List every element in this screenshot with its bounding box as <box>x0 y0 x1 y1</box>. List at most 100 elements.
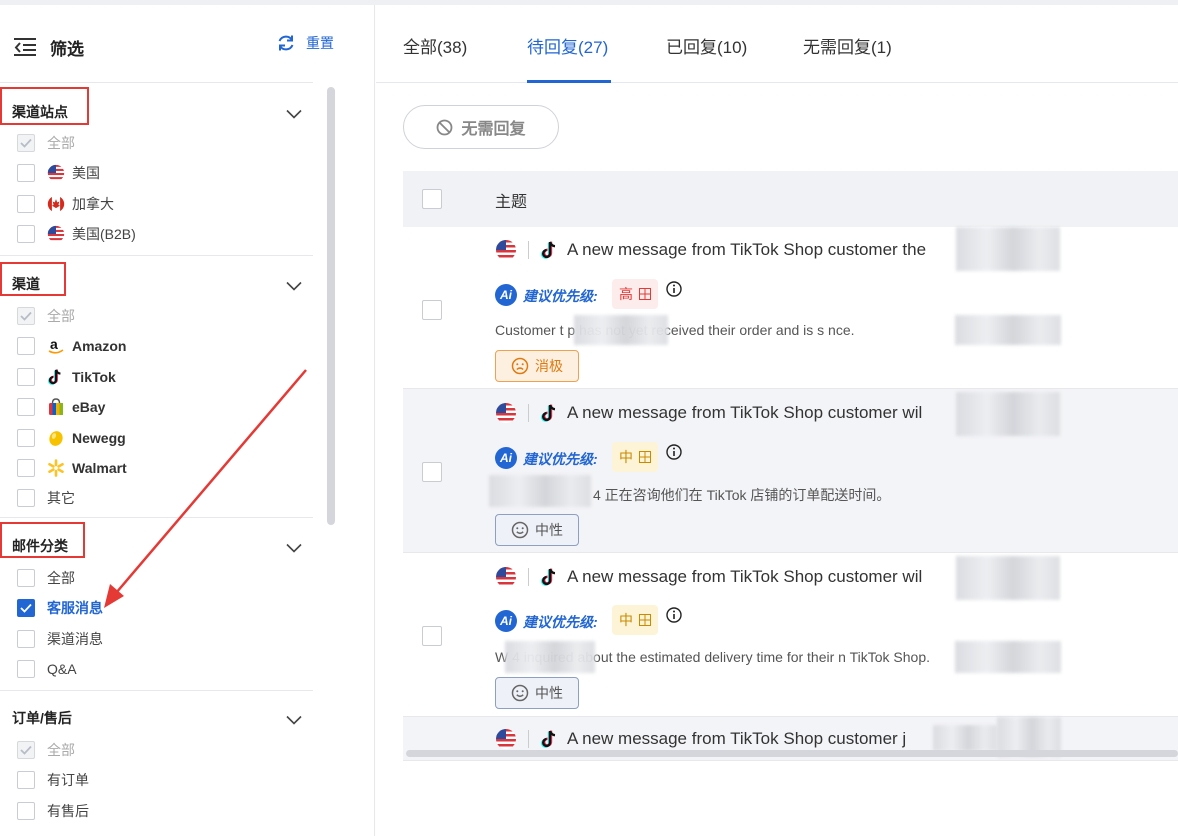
filter-option[interactable]: eBay <box>17 397 105 417</box>
filter-checkbox[interactable] <box>17 459 35 477</box>
sidebar-header: 筛选 重置 <box>0 5 375 83</box>
filter-checkbox[interactable] <box>17 195 35 213</box>
priority-tag-medium[interactable]: 中 <box>612 442 658 472</box>
message-subject[interactable]: A new message from TikTok Shop customer … <box>567 729 906 749</box>
filter-option[interactable]: Newegg <box>17 428 126 448</box>
redacted-block <box>574 315 668 345</box>
sentiment-tag-neutral[interactable]: 中性 <box>495 677 579 709</box>
filter-option[interactable]: 有售后 <box>17 801 89 821</box>
info-icon[interactable] <box>666 444 682 460</box>
us-flag-icon <box>496 403 516 423</box>
info-icon[interactable] <box>666 607 682 623</box>
filter-option[interactable]: 有订单 <box>17 770 89 790</box>
message-subject[interactable]: A new message from TikTok Shop customer … <box>567 403 922 423</box>
filter-checkbox[interactable] <box>17 225 35 243</box>
filter-checkbox[interactable] <box>17 307 35 325</box>
filter-checkbox[interactable] <box>17 429 35 447</box>
table-horizontal-scrollbar[interactable] <box>406 750 1178 757</box>
filter-option-label: 美国(B2B) <box>72 226 136 242</box>
tab-replied[interactable]: 已回复(10) <box>666 33 747 58</box>
filter-option-label: 有订单 <box>47 772 89 788</box>
message-row[interactable]: A new message from TikTok Shop customer … <box>403 227 1178 389</box>
filter-checkbox[interactable] <box>17 164 35 182</box>
reset-button[interactable]: 重置 <box>276 33 334 53</box>
filter-option[interactable]: Q&A <box>17 659 77 679</box>
priority-label: 建议优先级: <box>523 288 598 304</box>
canada-flag-icon <box>47 195 65 213</box>
filter-checkbox[interactable] <box>17 368 35 386</box>
divider <box>0 82 313 83</box>
tiktok-icon <box>541 241 556 259</box>
priority-edit-icon <box>639 451 651 463</box>
info-icon[interactable] <box>666 281 682 297</box>
chevron-down-icon[interactable] <box>286 278 302 291</box>
priority-tag-high[interactable]: 高 <box>612 279 658 309</box>
message-row[interactable]: A new message from TikTok Shop customer … <box>403 553 1178 717</box>
tab-all[interactable]: 全部(38) <box>403 33 467 58</box>
tab-pending-reply[interactable]: 待回复(27) <box>527 33 608 58</box>
filter-option[interactable]: TikTok <box>17 367 116 387</box>
priority-edit-icon <box>639 614 651 626</box>
tiktok-icon <box>541 568 556 586</box>
filter-checkbox[interactable] <box>17 802 35 820</box>
chevron-down-icon[interactable] <box>286 540 302 553</box>
message-subject[interactable]: A new message from TikTok Shop customer … <box>567 240 926 260</box>
priority-tag-medium[interactable]: 中 <box>612 605 658 635</box>
separator <box>528 241 529 259</box>
filter-section-title[interactable]: 订单/售后 <box>12 708 72 728</box>
reset-label: 重置 <box>306 35 334 51</box>
filter-option-label: 渠道消息 <box>47 631 103 647</box>
priority-edit-icon <box>639 288 651 300</box>
collapse-sidebar-icon[interactable] <box>14 38 36 56</box>
filter-option[interactable]: 渠道消息 <box>17 629 103 649</box>
filter-checkbox[interactable] <box>17 771 35 789</box>
filter-sidebar: 筛选 重置 渠道站点 全部 美国 加拿大 美国(B2B) 渠道 全部 a Amazon TikTo… <box>0 5 375 836</box>
filter-option[interactable]: 其它 <box>17 488 75 508</box>
row-checkbox[interactable] <box>422 300 442 320</box>
filter-checkbox[interactable] <box>17 741 35 759</box>
ai-icon: Ai <box>495 284 517 306</box>
tab-no-reply-needed[interactable]: 无需回复(1) <box>803 33 892 58</box>
message-subject[interactable]: A new message from TikTok Shop customer … <box>567 567 922 587</box>
us-flag-icon <box>496 240 516 260</box>
subject-column-header: 主题 <box>495 194 528 211</box>
ebay-icon <box>47 398 65 416</box>
filter-checkbox[interactable] <box>17 398 35 416</box>
ai-icon: Ai <box>495 447 517 469</box>
filter-option[interactable]: 全部 <box>17 133 75 153</box>
sentiment-tag-negative[interactable]: 消极 <box>495 350 579 382</box>
filter-checkbox[interactable] <box>17 630 35 648</box>
highlight-box <box>0 87 89 125</box>
tiktok-icon <box>541 404 556 422</box>
message-row[interactable]: A new message from TikTok Shop customer … <box>403 389 1178 553</box>
filter-checkbox[interactable] <box>17 599 35 617</box>
filter-option[interactable]: Walmart <box>17 458 127 478</box>
svg-text:a: a <box>50 337 58 352</box>
filter-option[interactable]: 美国(B2B) <box>17 224 136 244</box>
active-tab-indicator <box>527 80 611 83</box>
row-checkbox[interactable] <box>422 626 442 646</box>
filter-checkbox[interactable] <box>17 660 35 678</box>
filter-checkbox[interactable] <box>17 134 35 152</box>
ai-icon: Ai <box>495 610 517 632</box>
divider <box>0 517 313 518</box>
filter-option[interactable]: 美国 <box>17 163 100 183</box>
filter-checkbox[interactable] <box>17 489 35 507</box>
filter-option[interactable]: 加拿大 <box>17 194 114 214</box>
us-flag-icon <box>496 729 516 749</box>
chevron-down-icon[interactable] <box>286 712 302 725</box>
filter-option[interactable]: 全部 <box>17 568 75 588</box>
filter-option[interactable]: a Amazon <box>17 336 126 356</box>
chevron-down-icon[interactable] <box>286 106 302 119</box>
filter-option[interactable]: 全部 <box>17 740 75 760</box>
sidebar-scrollbar[interactable] <box>327 87 335 525</box>
row-checkbox[interactable] <box>422 462 442 482</box>
select-all-checkbox[interactable] <box>422 189 442 209</box>
sentiment-tag-neutral[interactable]: 中性 <box>495 514 579 546</box>
filter-checkbox[interactable] <box>17 569 35 587</box>
no-reply-needed-button[interactable]: 无需回复 <box>403 105 559 149</box>
filter-checkbox[interactable] <box>17 337 35 355</box>
filter-option[interactable]: 全部 <box>17 306 75 326</box>
filter-option[interactable]: 客服消息 <box>17 598 103 618</box>
refresh-icon <box>278 35 294 51</box>
